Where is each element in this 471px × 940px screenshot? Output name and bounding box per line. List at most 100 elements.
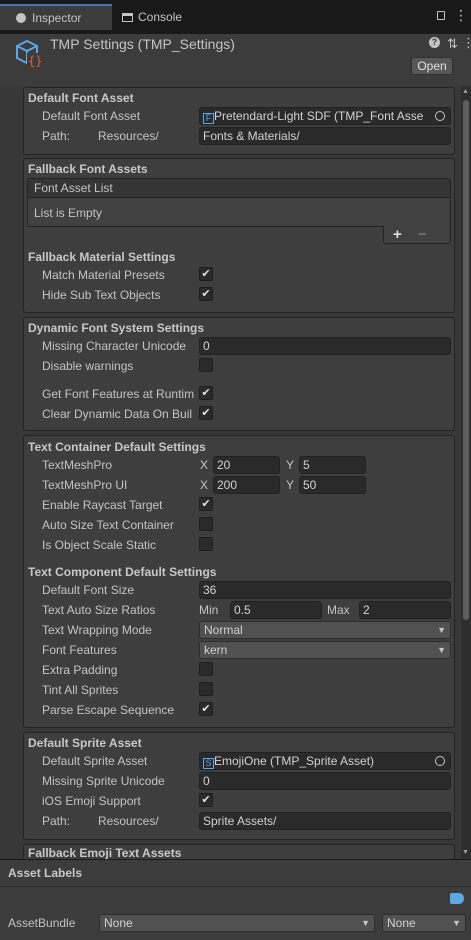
ios-emoji-checkbox[interactable]: ✔: [199, 793, 213, 807]
sprite-path-label: Path:: [42, 814, 71, 828]
autosize-checkbox[interactable]: [199, 517, 213, 531]
fallback-emoji-heading: Fallback Emoji Text Assets: [28, 847, 182, 859]
asset-bundle-dropdown[interactable]: None ▼: [99, 914, 375, 932]
font-path-field[interactable]: Fonts & Materials/: [199, 127, 451, 145]
tag-icon[interactable]: [450, 893, 464, 904]
font-path-label: Path:: [42, 129, 71, 143]
parse-label: Parse Escape Sequence: [42, 703, 175, 717]
ratios-max-label: Max: [327, 603, 350, 617]
open-button[interactable]: Open: [411, 57, 453, 75]
asset-labels-heading: Asset Labels: [8, 866, 83, 880]
tmp-x-label: X: [200, 458, 209, 472]
match-presets-label: Match Material Presets: [42, 268, 165, 282]
autosize-label: Auto Size Text Container: [42, 518, 174, 532]
sprite-asset-value: EmojiOne (TMP_Sprite Asset): [214, 754, 375, 768]
asset-variant-dropdown[interactable]: None ▼: [382, 914, 466, 932]
features-value: kern: [204, 643, 228, 657]
tint-checkbox[interactable]: [199, 682, 213, 696]
extra-padding-checkbox[interactable]: [199, 662, 213, 676]
list-add-button[interactable]: +: [393, 226, 402, 243]
list-remove-button[interactable]: −: [418, 226, 427, 243]
sprite-path-prefix: Resources/: [98, 814, 159, 828]
ratios-min-field[interactable]: 0.5: [230, 601, 322, 619]
default-font-field[interactable]: F Pretendard-Light SDF (TMP_Font Asse: [199, 107, 451, 125]
parse-checkbox[interactable]: ✔: [199, 702, 213, 716]
sprite-path-field[interactable]: Sprite Assets/: [199, 812, 451, 830]
page-title: TMP Settings (TMP_Settings): [50, 36, 235, 52]
ui-y-field[interactable]: 50: [299, 476, 366, 494]
ratios-min-label: Min: [199, 603, 219, 617]
scroll-up-arrow[interactable]: ▲: [462, 88, 469, 95]
font-asset-list-empty: List is Empty: [27, 197, 451, 227]
sprite-missing-label: Missing Sprite Unicode: [42, 774, 165, 788]
default-font-value: Pretendard-Light SDF (TMP_Font Asse: [214, 109, 424, 123]
sprite-missing-field[interactable]: 0: [199, 772, 451, 790]
more-menu-icon[interactable]: ⋮: [454, 8, 468, 22]
font-size-field[interactable]: 36: [199, 581, 451, 599]
wrapping-dropdown[interactable]: Normal ▼: [199, 621, 451, 639]
tmp-x-field[interactable]: 20: [213, 456, 280, 474]
tmp-settings-asset-icon: {}: [12, 38, 42, 68]
hide-sub-checkbox[interactable]: ✔: [199, 287, 213, 301]
sprite-heading: Default Sprite Asset: [28, 736, 142, 750]
tmp-y-label: Y: [286, 458, 295, 472]
svg-text:{}: {}: [28, 54, 42, 68]
tab-console[interactable]: Console: [118, 4, 218, 30]
tint-label: Tint All Sprites: [42, 683, 119, 697]
get-features-checkbox[interactable]: ✔: [199, 386, 213, 400]
disable-warnings-label: Disable warnings: [42, 359, 134, 373]
missing-unicode-label: Missing Character Unicode: [42, 339, 187, 353]
features-label: Font Features: [42, 643, 117, 657]
extra-padding-label: Extra Padding: [42, 663, 118, 677]
ui-x-label: X: [200, 478, 209, 492]
header-more-icon[interactable]: ⋮: [462, 35, 471, 51]
sprite-asset-field[interactable]: S EmojiOne (TMP_Sprite Asset): [199, 752, 451, 770]
lock-icon[interactable]: [437, 11, 445, 20]
ratios-max-field[interactable]: 2: [359, 601, 451, 619]
asset-bundle-label: AssetBundle: [8, 916, 76, 930]
tmp-y-field[interactable]: 5: [299, 456, 366, 474]
sprite-picker-icon[interactable]: [435, 756, 445, 766]
text-container-heading: Text Container Default Settings: [28, 440, 206, 454]
clear-dynamic-checkbox[interactable]: ✔: [199, 406, 213, 420]
match-presets-checkbox[interactable]: ✔: [199, 267, 213, 281]
raycast-checkbox[interactable]: ✔: [199, 497, 213, 511]
fallback-material-heading: Fallback Material Settings: [28, 250, 176, 264]
font-asset-icon: F: [203, 113, 214, 124]
font-asset-list-header: Font Asset List: [27, 178, 451, 198]
get-features-label: Get Font Features at Runtim: [42, 387, 195, 401]
missing-unicode-field[interactable]: 0: [199, 337, 451, 355]
text-component-heading: Text Component Default Settings: [28, 565, 217, 579]
tmp-label: TextMeshPro: [42, 458, 113, 472]
wrapping-value: Normal: [204, 623, 243, 637]
scroll-down-arrow[interactable]: ▼: [462, 849, 469, 856]
features-dropdown[interactable]: kern ▼: [199, 641, 451, 659]
hide-sub-label: Hide Sub Text Objects: [42, 288, 161, 302]
default-font-label: Default Font Asset: [42, 109, 141, 123]
tmp-ui-label: TextMeshPro UI: [42, 478, 128, 492]
console-icon: [122, 12, 133, 22]
tab-inspector-label: Inspector: [32, 11, 82, 25]
scale-static-checkbox[interactable]: [199, 537, 213, 551]
chevron-down-icon: ▼: [437, 645, 446, 655]
scrollbar-thumb[interactable]: [463, 100, 469, 620]
disable-warnings-checkbox[interactable]: [199, 358, 213, 372]
help-icon[interactable]: ?: [429, 37, 440, 48]
preset-icon[interactable]: ⇅: [447, 36, 458, 52]
scale-static-label: Is Object Scale Static: [42, 538, 157, 552]
info-icon: [16, 13, 26, 23]
fallback-font-heading: Fallback Font Assets: [28, 162, 148, 176]
ui-x-field[interactable]: 200: [213, 476, 280, 494]
default-font-heading: Default Font Asset: [28, 91, 134, 105]
clear-dynamic-label: Clear Dynamic Data On Buil: [42, 407, 193, 421]
chevron-down-icon: ▼: [452, 918, 461, 928]
tab-inspector[interactable]: Inspector: [0, 4, 112, 30]
chevron-down-icon: ▼: [437, 625, 446, 635]
font-size-label: Default Font Size: [42, 583, 135, 597]
object-picker-icon[interactable]: [435, 111, 445, 121]
sprite-asset-label: Default Sprite Asset: [42, 754, 148, 768]
font-path-prefix: Resources/: [98, 129, 159, 143]
tab-console-label: Console: [138, 10, 183, 24]
ui-y-label: Y: [286, 478, 295, 492]
ratios-label: Text Auto Size Ratios: [42, 603, 156, 617]
